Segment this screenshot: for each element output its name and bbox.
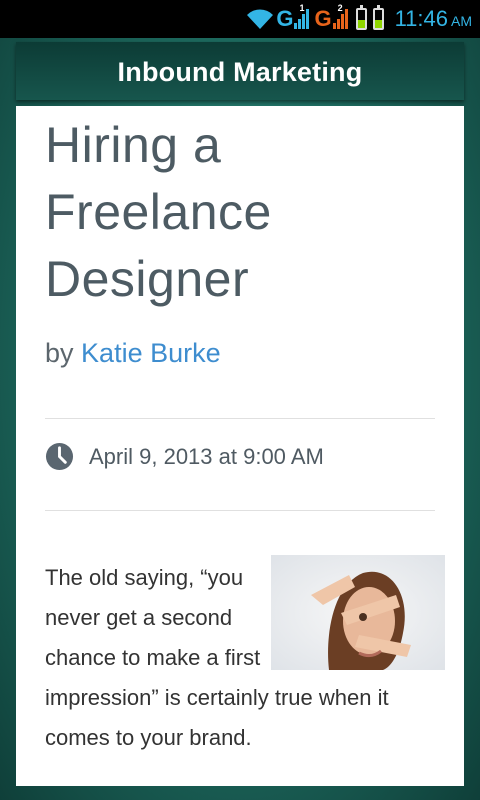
wifi-icon	[247, 9, 274, 29]
byline-prefix: by	[45, 338, 74, 368]
divider	[45, 510, 435, 511]
clock-icon	[45, 442, 74, 471]
clock-time: 11:46	[394, 6, 448, 31]
article-title: Hiring a Freelance Designer	[45, 112, 445, 313]
signal-icon-1: 1	[294, 3, 310, 29]
signal-icon-2: 2	[332, 3, 349, 29]
byline: by Katie Burke	[45, 338, 221, 369]
app-header: Inbound Marketing	[16, 42, 464, 100]
network-type-1: G	[276, 6, 294, 31]
network-type-2: G	[314, 6, 332, 31]
publish-date-row: April 9, 2013 at 9:00 AM	[45, 442, 324, 471]
clock-ampm: AM	[451, 13, 472, 29]
divider	[45, 418, 435, 419]
status-icons: G 1 G 2 11:46 AM	[246, 0, 480, 38]
sim-2-label: 2	[337, 3, 343, 13]
article-card[interactable]: Hiring a Freelance Designer by Katie Bur…	[16, 106, 464, 786]
app-title: Inbound Marketing	[117, 57, 363, 87]
status-bar: G 1 G 2 11:46 AM	[0, 0, 480, 38]
sim-1-label: 1	[299, 3, 305, 13]
article-body: The old saying, “you never get a second …	[45, 555, 445, 758]
author-link[interactable]: Katie Burke	[81, 338, 221, 368]
article-title-line: Designer	[45, 251, 250, 307]
publish-date: April 9, 2013 at 9:00 AM	[89, 443, 324, 469]
battery-icon-2	[372, 5, 384, 30]
battery-icon-1	[355, 5, 367, 30]
article-title-line: Freelance	[45, 184, 272, 240]
article-image[interactable]	[271, 555, 445, 670]
article-title-line: Hiring a	[45, 117, 222, 173]
